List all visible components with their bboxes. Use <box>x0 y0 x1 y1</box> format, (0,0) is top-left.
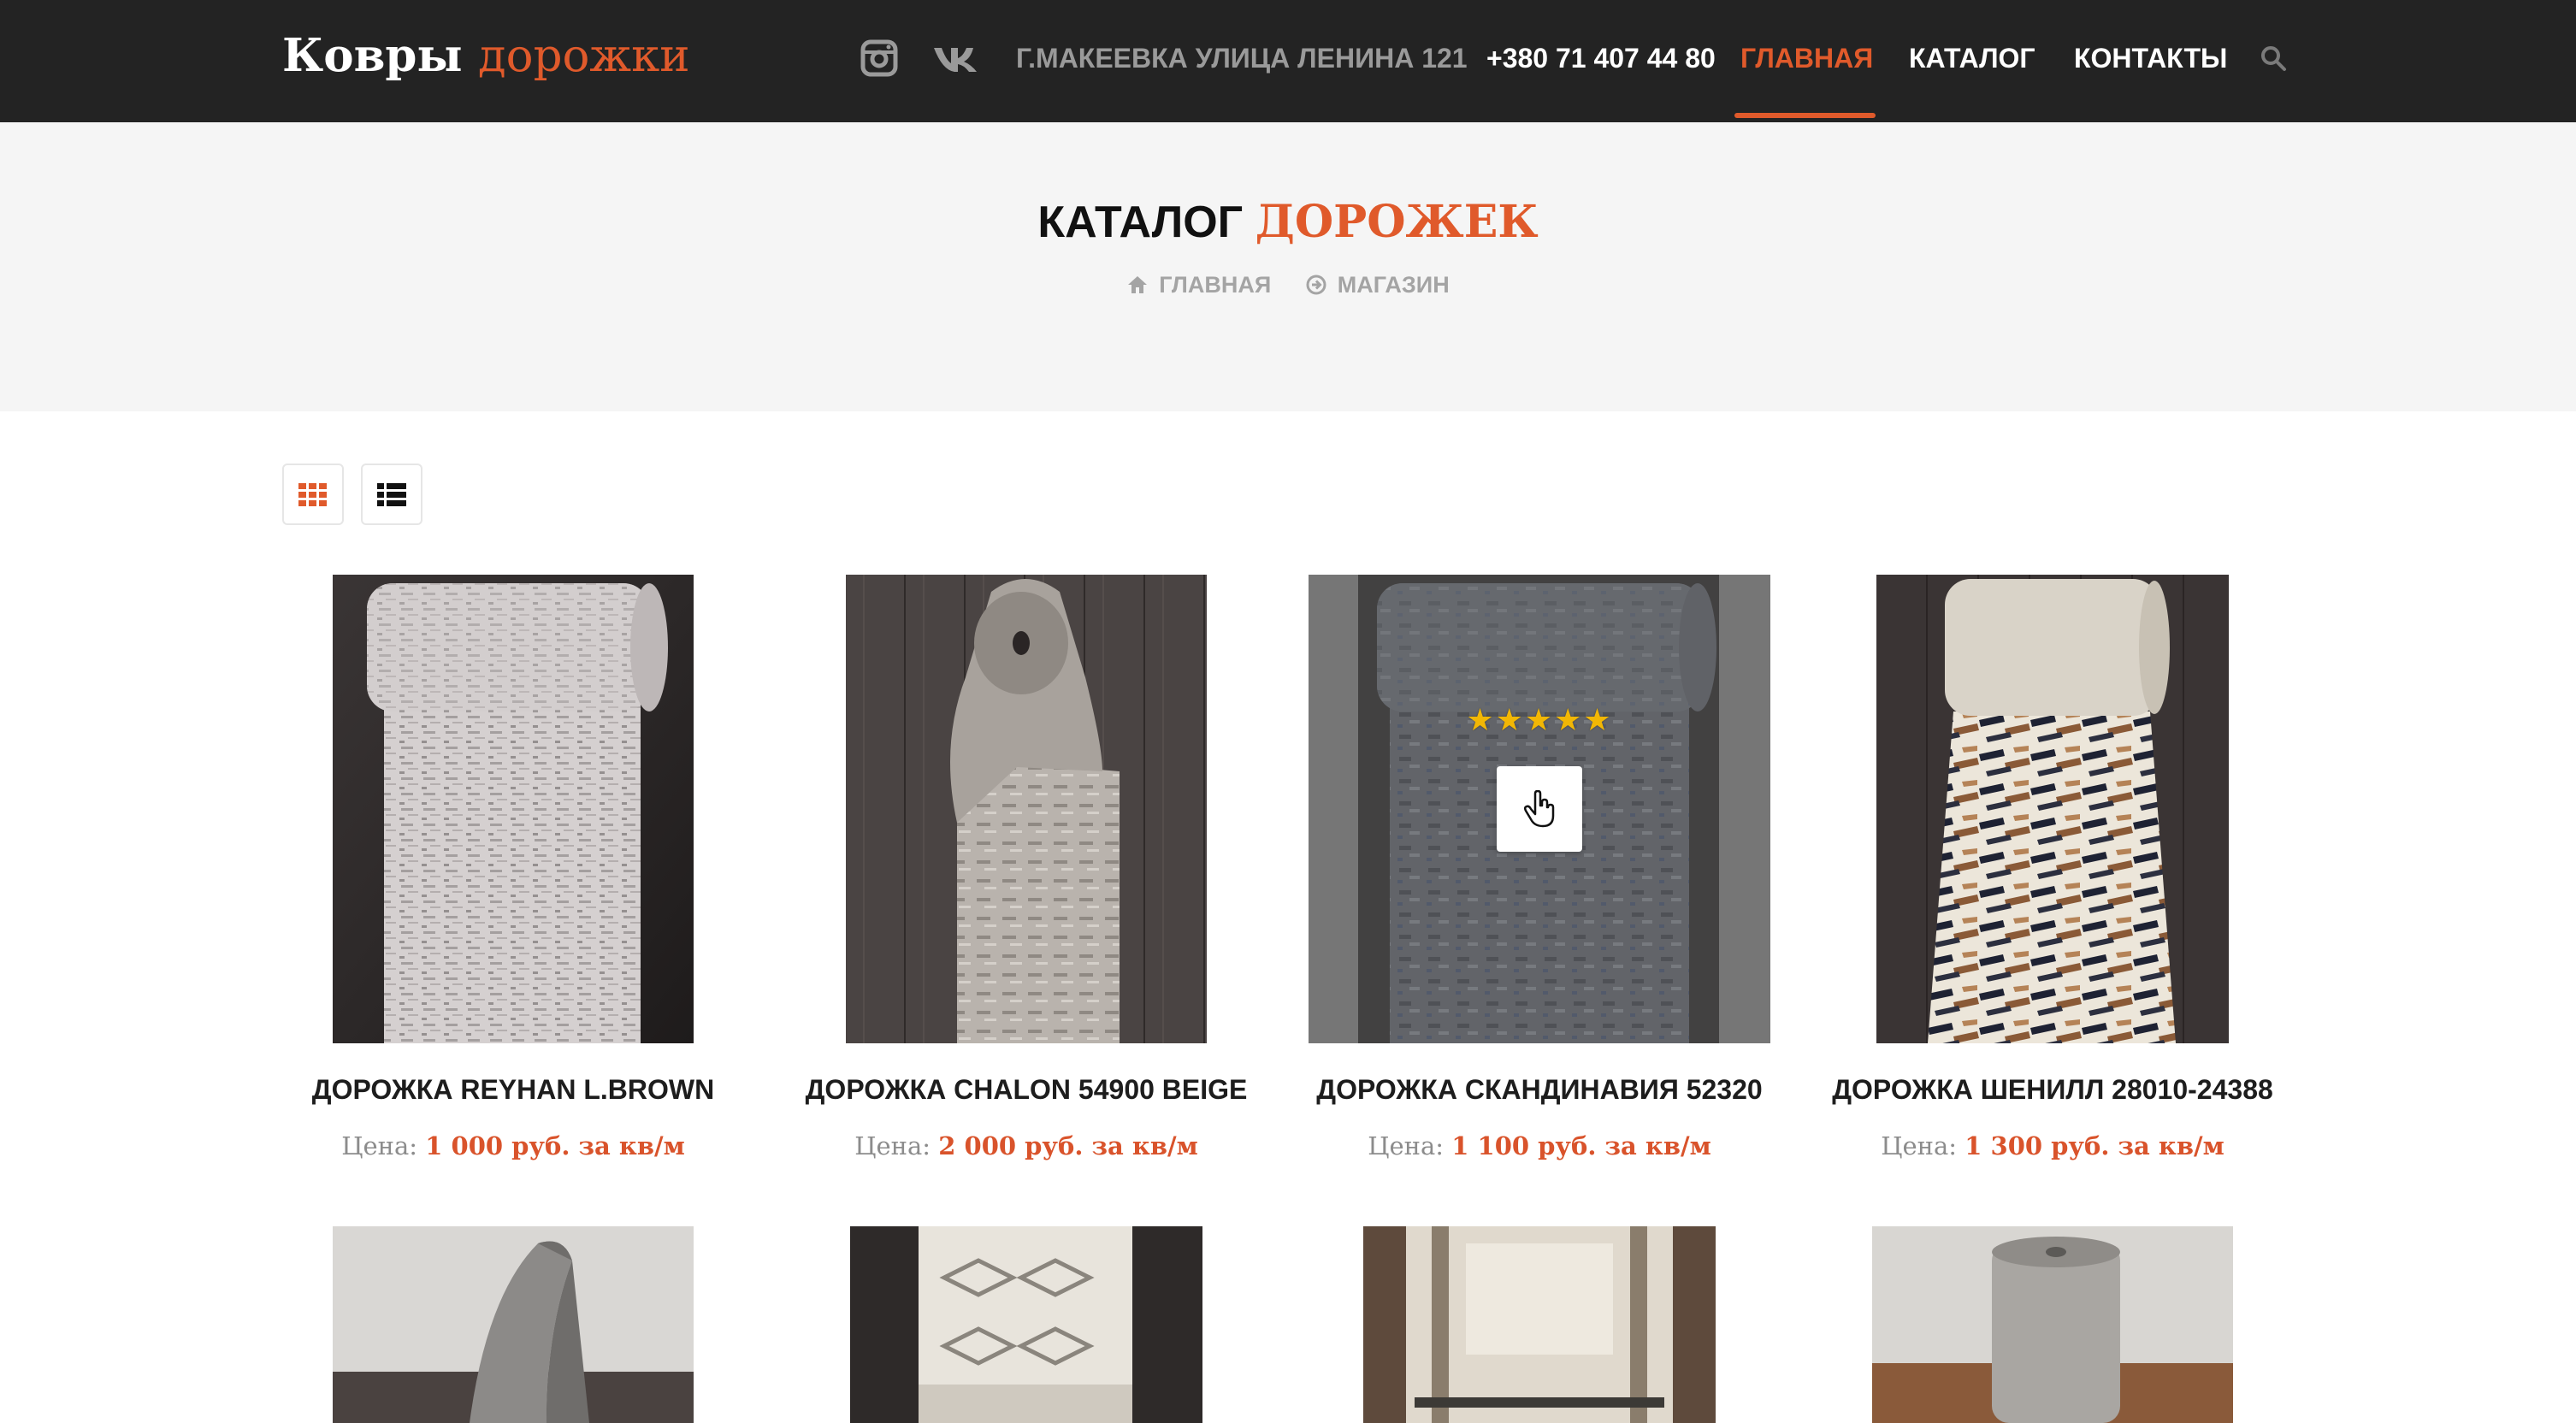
page-title: КАТАЛОГ ДОРОЖЕК <box>0 192 2576 252</box>
product-photo <box>850 1226 1202 1423</box>
grid-view-button[interactable] <box>282 464 344 525</box>
price-label: Цена: <box>341 1131 418 1160</box>
price-value: 1 100 руб. за кв/м <box>1451 1131 1711 1160</box>
product-photo <box>333 575 694 1043</box>
product-name[interactable]: ДОРОЖКА CHALON 54900 BEIGE <box>770 1071 1283 1108</box>
search-icon[interactable] <box>2260 44 2287 72</box>
product-name[interactable]: ДОРОЖКА ШЕНИЛЛ 28010-24388 <box>1796 1071 2309 1108</box>
nav-item-catalog[interactable]: КАТАЛОГ <box>1909 39 2035 77</box>
product-price: Цена: 1 300 руб. за кв/м <box>1796 1128 2309 1164</box>
nav-item-contacts[interactable]: КОНТАКТЫ <box>2074 39 2227 77</box>
product-photo <box>1876 575 2229 1043</box>
logo-main-text: Ковры <box>282 29 463 82</box>
product-name[interactable]: ДОРОЖКА СКАНДИНАВИЯ 52320 <box>1283 1071 1796 1108</box>
product-photo <box>333 1226 694 1423</box>
site-logo[interactable]: Ковры дорожки <box>282 26 690 86</box>
price-label: Цена: <box>1881 1131 1958 1160</box>
nav-address[interactable]: Г.МАКЕЕВКА УЛИЦА ЛЕНИНА 121 <box>1016 39 1468 77</box>
vk-icon[interactable] <box>932 38 982 79</box>
page-header: КАТАЛОГ ДОРОЖЕК ГЛАВНАЯ МАГАЗИН <box>0 122 2576 411</box>
circle-arrow-icon <box>1306 275 1326 295</box>
top-navbar: Ковры дорожки Г.МАКЕЕВКА УЛИЦА ЛЕНИНА 12… <box>0 0 2576 122</box>
product-card[interactable]: ★★★★★ ДОРОЖКА СКАНДИНАВИЯ 52320 Цена: 1 … <box>1309 575 1822 1160</box>
active-nav-indicator <box>1734 113 1876 118</box>
nav-item-home[interactable]: ГЛАВНАЯ <box>1740 39 1873 77</box>
price-value: 1 000 руб. за кв/м <box>425 1131 685 1160</box>
price-label: Цена: <box>854 1131 931 1160</box>
list-view-icon <box>377 483 406 506</box>
product-image[interactable] <box>770 575 1283 1043</box>
breadcrumb-label: МАГАЗИН <box>1337 272 1450 298</box>
product-price: Цена: 2 000 руб. за кв/м <box>770 1128 1283 1164</box>
product-image[interactable]: ★★★★★ <box>1309 575 1822 1043</box>
product-image[interactable] <box>1363 1226 1716 1423</box>
product-photo <box>1363 1226 1716 1423</box>
breadcrumb-item-shop[interactable]: МАГАЗИН <box>1305 268 1450 302</box>
product-image[interactable] <box>1796 575 2309 1043</box>
product-card[interactable]: ДОРОЖКА CHALON 54900 BEIGE Цена: 2 000 р… <box>770 575 1283 1160</box>
product-image[interactable] <box>1872 1226 2233 1423</box>
page-title-accent: ДОРОЖЕК <box>1255 196 1539 248</box>
logo-accent-text: дорожки <box>478 30 690 82</box>
breadcrumb-item-home[interactable]: ГЛАВНАЯ <box>1126 268 1271 302</box>
price-value: 1 300 руб. за кв/м <box>1964 1131 2224 1160</box>
hand-pointer-icon <box>1523 790 1555 828</box>
product-price: Цена: 1 100 руб. за кв/м <box>1283 1128 1796 1164</box>
price-value: 2 000 руб. за кв/м <box>938 1131 1198 1160</box>
product-photo <box>846 575 1207 1043</box>
product-photo <box>1872 1226 2233 1423</box>
breadcrumb: ГЛАВНАЯ МАГАЗИН <box>0 268 2576 305</box>
product-card[interactable]: ДОРОЖКА ШЕНИЛЛ 28010-24388 Цена: 1 300 р… <box>1796 575 2309 1160</box>
product-image[interactable] <box>257 575 770 1043</box>
price-label: Цена: <box>1368 1131 1445 1160</box>
breadcrumb-label: ГЛАВНАЯ <box>1159 272 1272 298</box>
rating-stars: ★★★★★ <box>1466 702 1613 737</box>
nav-phone[interactable]: +380 71 407 44 80 <box>1486 39 1716 77</box>
page-title-main: КАТАЛОГ <box>1037 198 1244 247</box>
home-icon <box>1128 276 1148 293</box>
grid-view-icon <box>298 483 327 506</box>
instagram-icon[interactable] <box>859 38 900 79</box>
list-view-button[interactable] <box>361 464 422 525</box>
product-card[interactable]: ДОРОЖКА REYHAN L.BROWN Цена: 1 000 руб. … <box>257 575 770 1160</box>
product-price: Цена: 1 000 руб. за кв/м <box>257 1128 770 1164</box>
product-image[interactable] <box>850 1226 1202 1423</box>
product-image[interactable] <box>333 1226 694 1423</box>
quick-view-button[interactable] <box>1497 766 1582 852</box>
product-name[interactable]: ДОРОЖКА REYHAN L.BROWN <box>257 1071 770 1108</box>
